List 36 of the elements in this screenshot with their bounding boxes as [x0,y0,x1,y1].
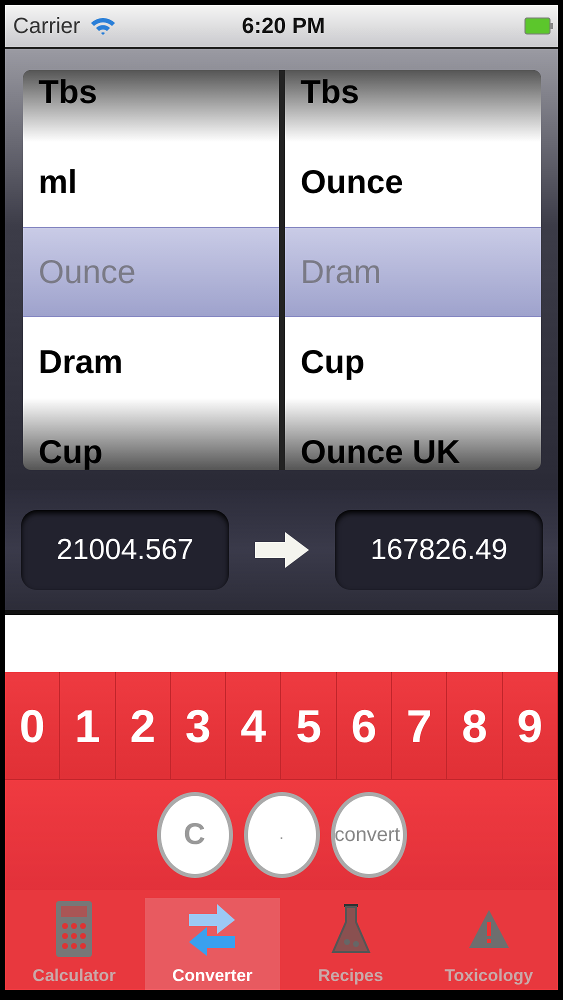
decimal-button[interactable]: . [244,792,320,878]
picker-wheel[interactable]: Tbs Ounce Dram Cup Ounce UK [284,70,540,470]
digit-key[interactable]: 2 [116,672,171,780]
picker-wheel[interactable]: Tbs ml Ounce Dram Cup [22,70,278,470]
digit-key[interactable]: 7 [392,672,448,780]
digit-key[interactable]: 5 [281,672,337,780]
picker-option[interactable]: Cup [284,316,540,406]
tab[interactable]: Converter [145,898,280,990]
digit-key[interactable]: 9 [502,672,558,780]
carrier-label: Carrier [13,13,80,39]
clock-time: 6:20 PM [242,13,326,39]
flask-icon [330,902,371,956]
output-value-field: 167826.49 [335,510,543,590]
calculator-icon [55,900,94,958]
wifi-icon [90,16,116,36]
picker-option[interactable]: Dram [22,316,278,406]
picker-option[interactable]: Ounce [284,136,540,226]
picker-option[interactable]: Dram [284,226,540,316]
digit-key[interactable]: 8 [447,672,503,780]
digit-key[interactable]: 3 [170,672,226,780]
clear-button[interactable]: C [156,792,232,878]
picker-option[interactable]: Ounce UK [284,406,540,470]
input-value-field[interactable]: 21004.567 [21,510,229,590]
digit-key[interactable]: 1 [60,672,116,780]
picker-option[interactable]: Tbs [22,70,278,136]
picker-option[interactable]: ml [22,136,278,226]
digit-key[interactable]: 6 [336,672,392,780]
digit-key[interactable]: 4 [226,672,282,780]
picker-option[interactable]: Tbs [284,70,540,136]
picker-option[interactable]: Ounce [22,226,278,316]
battery-icon [524,17,554,35]
right-arrow-icon [253,530,311,570]
convert-button[interactable]: convert [330,792,406,878]
warning-icon [466,908,511,950]
picker-option[interactable]: Cup [22,406,278,470]
digit-key[interactable]: 0 [5,672,60,780]
